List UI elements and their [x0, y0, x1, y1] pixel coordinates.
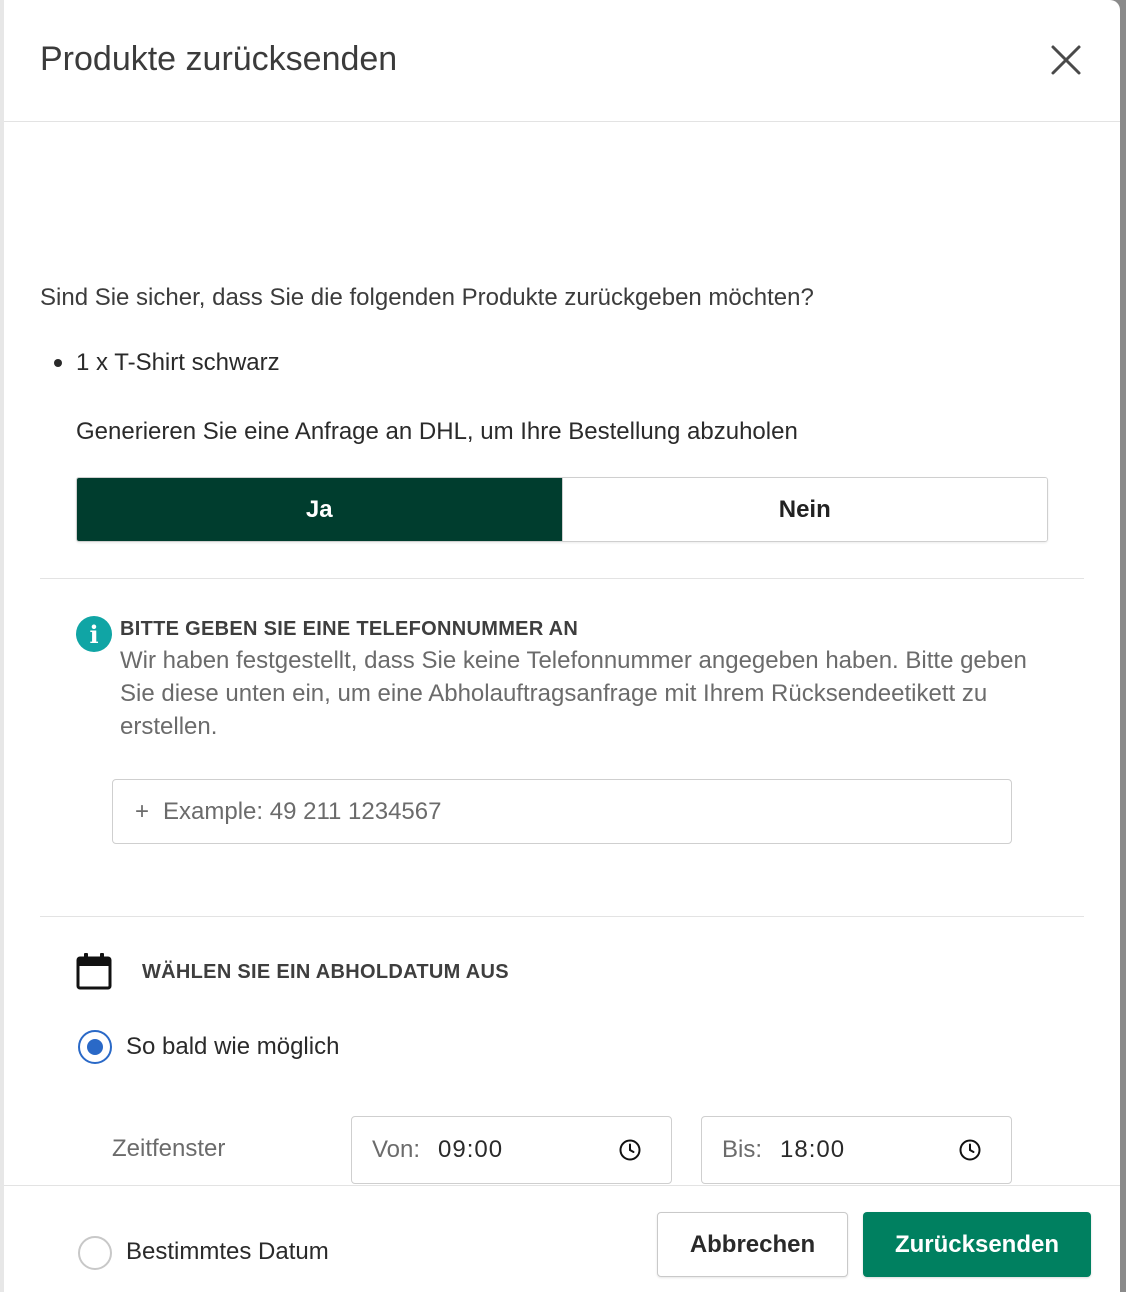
time-from-prefix: Von: — [372, 1136, 421, 1163]
section-divider — [40, 916, 1084, 917]
calendar-icon — [76, 952, 112, 990]
cancel-button[interactable]: Abbrechen — [657, 1212, 848, 1277]
list-item: 1 x T-Shirt schwarz — [54, 349, 280, 377]
phone-input[interactable] — [163, 797, 944, 826]
product-label: 1 x T-Shirt schwarz — [76, 349, 280, 376]
time-to-prefix: Bis: — [722, 1136, 763, 1163]
bullet-icon — [54, 359, 62, 367]
time-to-field[interactable]: Bis: 18:00 — [701, 1116, 1012, 1184]
dhl-pickup-toggle: Ja Nein — [76, 477, 1048, 542]
section-divider — [40, 578, 1084, 579]
modal-title: Produkte zurücksenden — [40, 40, 398, 78]
radio-asap[interactable] — [78, 1030, 112, 1064]
dhl-pickup-label: Generieren Sie eine Anfrage an DHL, um I… — [76, 418, 798, 445]
time-from-field[interactable]: Von: 09:00 — [351, 1116, 672, 1184]
radio-asap-label: So bald wie möglich — [126, 1033, 340, 1060]
modal-header: Produkte zurücksenden — [4, 0, 1120, 122]
modal-footer: Abbrechen Zurücksenden — [4, 1185, 1120, 1292]
info-icon: i — [76, 616, 112, 652]
phone-field[interactable]: + — [112, 779, 1012, 844]
return-products-modal: Produkte zurücksenden Sind Sie sicher, d… — [4, 0, 1120, 1292]
toggle-no-button[interactable]: Nein — [561, 478, 1047, 541]
clock-icon[interactable] — [958, 1138, 982, 1162]
toggle-yes-button[interactable]: Ja — [77, 478, 562, 541]
phone-notice-title: BITTE GEBEN SIE EINE TELEFONNUMMER AN — [120, 618, 579, 640]
close-button[interactable] — [1044, 38, 1088, 82]
time-window-label: Zeitfenster — [112, 1135, 226, 1162]
submit-return-button[interactable]: Zurücksenden — [863, 1212, 1091, 1277]
time-from-value[interactable]: 09:00 — [438, 1136, 503, 1164]
phone-prefix: + — [135, 797, 150, 825]
phone-notice-text: Wir haben festgestellt, dass Sie keine T… — [120, 647, 1027, 740]
product-list: 1 x T-Shirt schwarz — [54, 349, 280, 377]
clock-icon[interactable] — [618, 1138, 642, 1162]
time-to-value[interactable]: 18:00 — [780, 1136, 845, 1164]
confirm-question: Sind Sie sicher, dass Sie die folgenden … — [40, 284, 814, 311]
pickup-date-title: WÄHLEN SIE EIN ABHOLDATUM AUS — [142, 961, 509, 983]
close-icon — [1051, 45, 1081, 75]
